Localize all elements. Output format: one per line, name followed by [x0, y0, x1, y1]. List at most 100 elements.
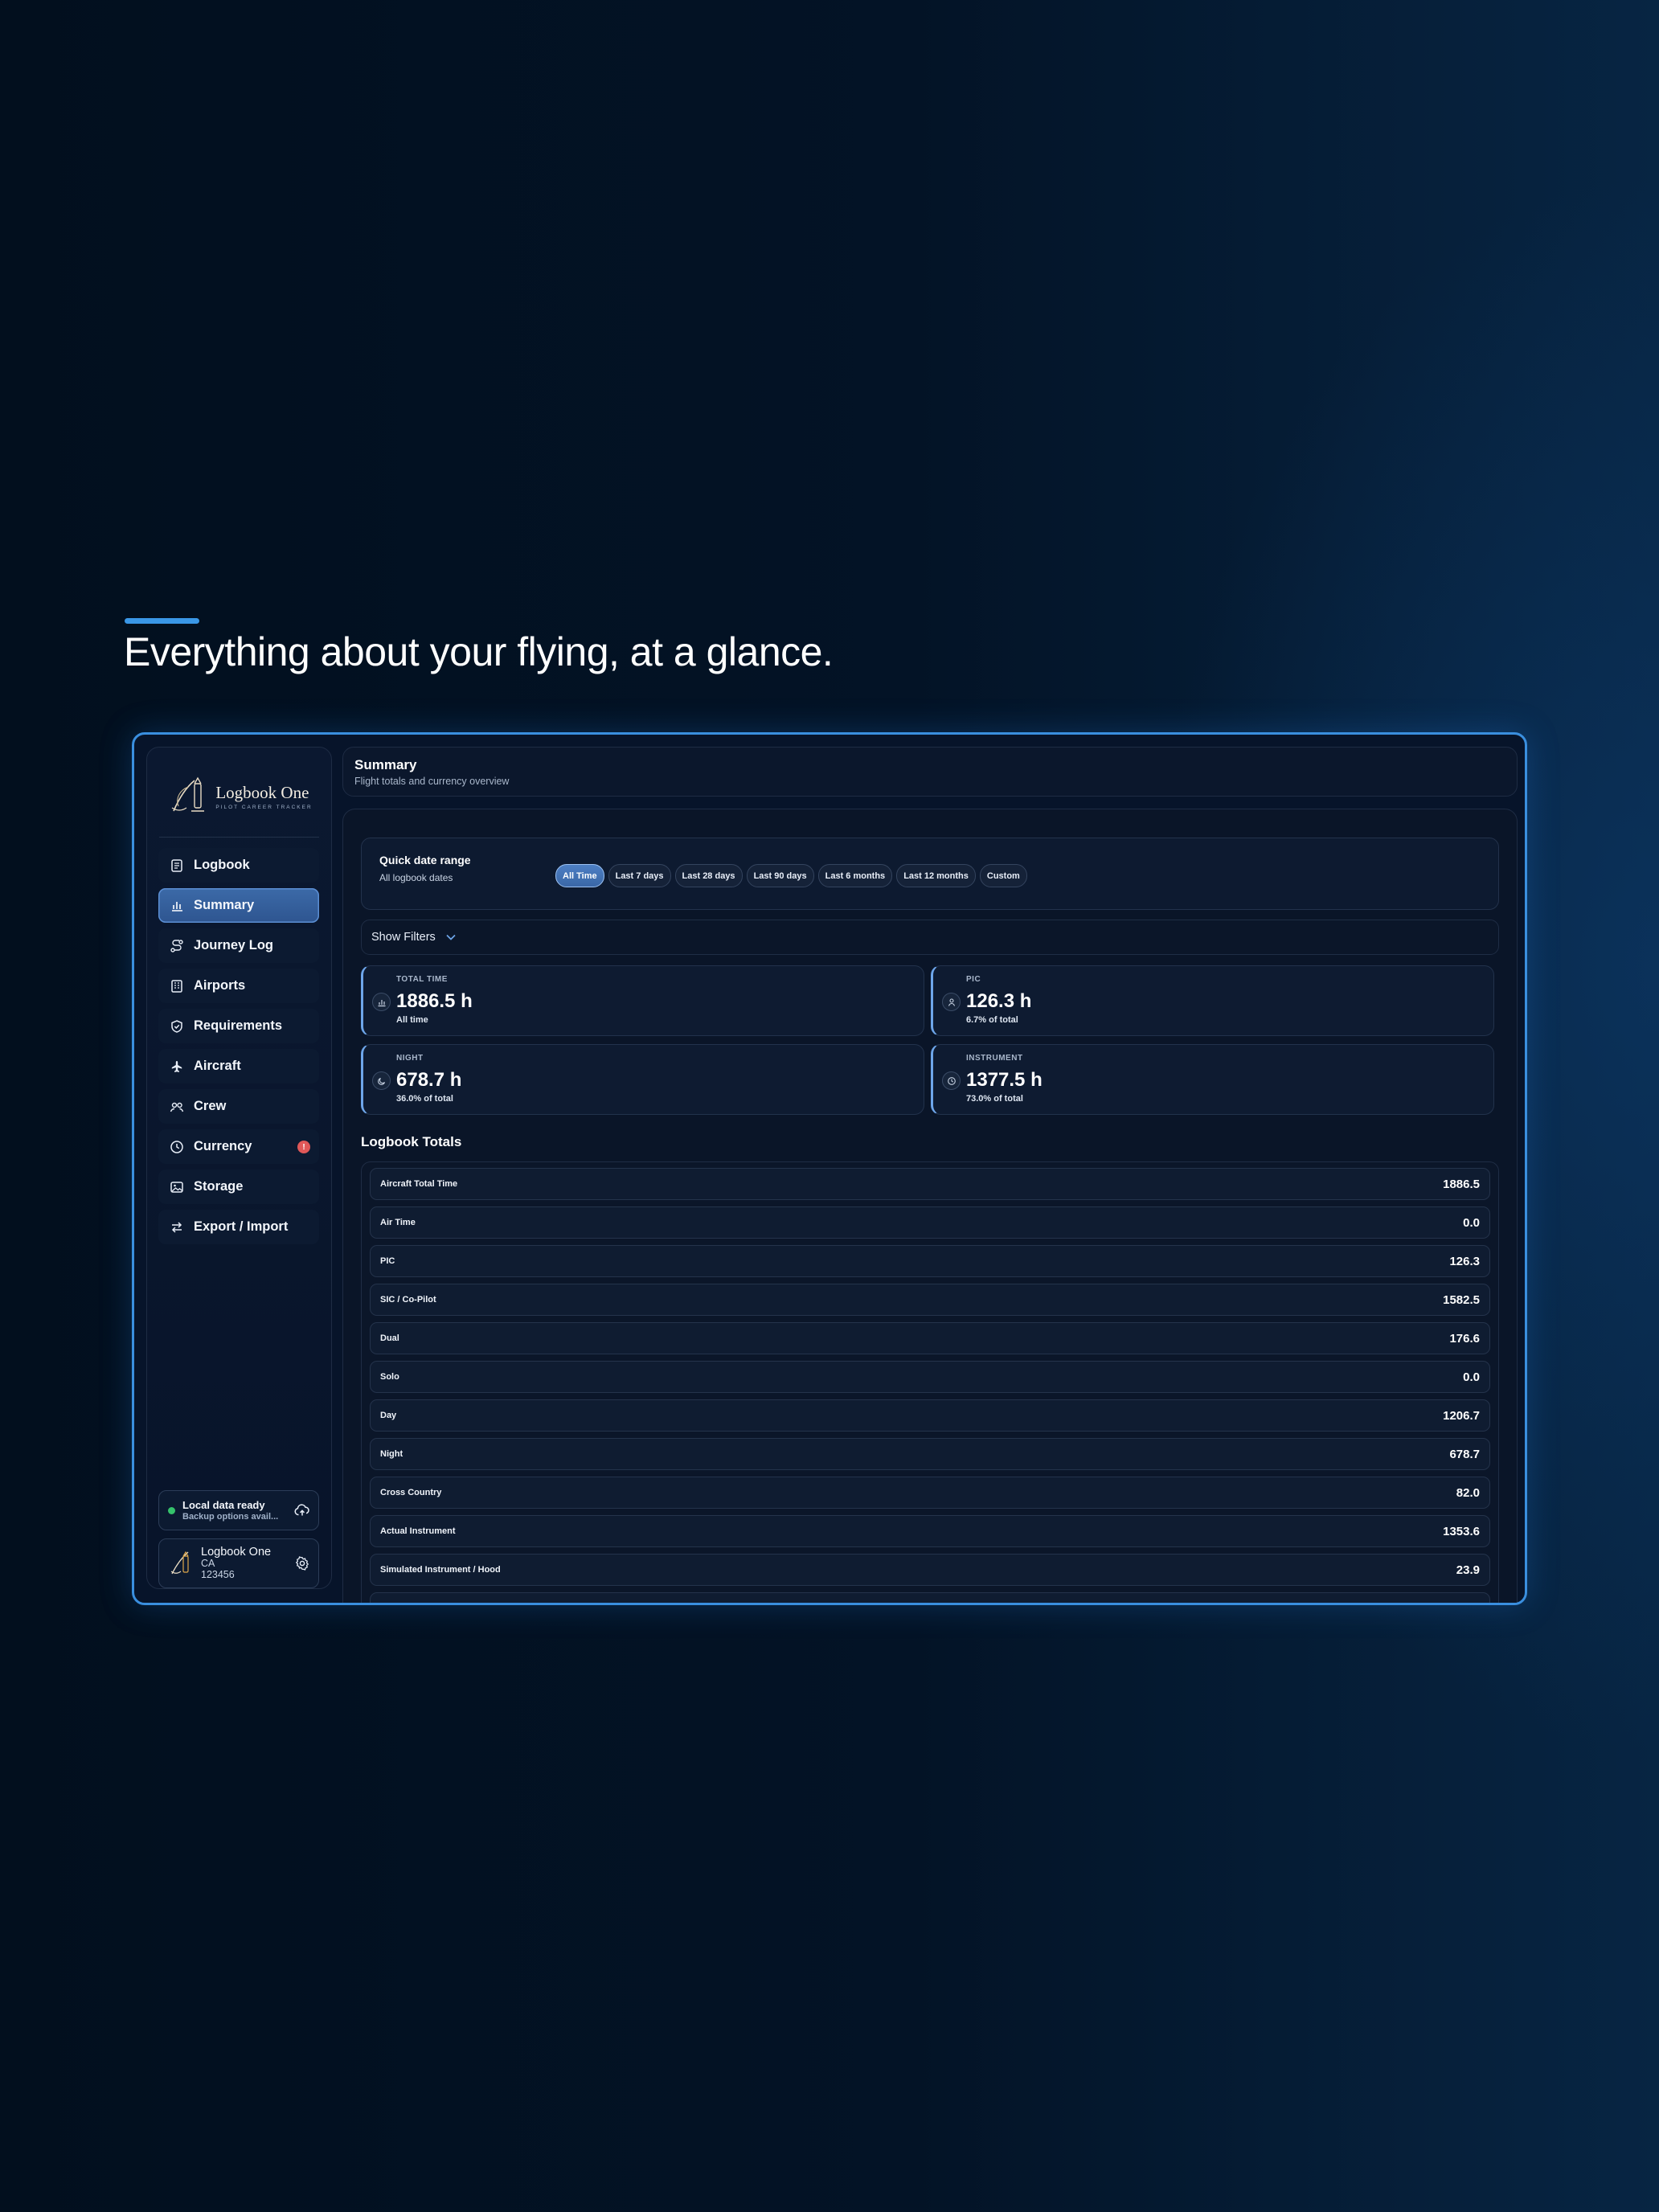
stat-card-night: NIGHT 678.7 h 36.0% of total [361, 1044, 924, 1115]
brand-tagline: PILOT CAREER TRACKER [215, 805, 313, 810]
users-icon [170, 1100, 184, 1114]
chip-last-90-days[interactable]: Last 90 days [746, 864, 814, 887]
date-range-title: Quick date range [379, 854, 471, 866]
chip-last-12-months[interactable]: Last 12 months [896, 864, 976, 887]
app-window: Logbook One PILOT CAREER TRACKER Logbook… [132, 732, 1527, 1605]
date-range-options: All Time Last 7 days Last 28 days Last 9… [555, 864, 1027, 887]
bar-chart-icon [170, 899, 184, 913]
table-row: Aircraft Total Time 1886.5 [370, 1168, 1490, 1200]
row-label: Day [380, 1411, 397, 1420]
sidebar-item-label: Export / Import [194, 1219, 289, 1234]
chip-last-7-days[interactable]: Last 7 days [608, 864, 671, 887]
sidebar-divider [159, 837, 319, 838]
stat-subtext: All time [396, 1015, 428, 1025]
table-row: PIC 126.3 [370, 1245, 1490, 1277]
sidebar-item-aircraft[interactable]: Aircraft [158, 1049, 319, 1083]
sidebar-item-summary[interactable]: Summary [158, 888, 319, 923]
profile-card[interactable]: Logbook One CA 123456 [158, 1538, 319, 1588]
stat-label: INSTRUMENT [966, 1054, 1023, 1063]
plane-icon [170, 1059, 184, 1074]
route-icon [170, 939, 184, 953]
cloud-upload-icon[interactable] [294, 1503, 310, 1518]
row-value: 0.0 [1463, 1215, 1480, 1230]
page-title: Summary [354, 757, 417, 772]
stat-subtext: 6.7% of total [966, 1015, 1018, 1025]
row-value: 82.0 [1456, 1485, 1480, 1500]
stat-subtext: 73.0% of total [966, 1094, 1023, 1104]
table-row: Actual Instrument 1353.6 [370, 1515, 1490, 1547]
profile-role: CA [201, 1558, 215, 1569]
sidebar-item-logbook[interactable]: Logbook [158, 848, 319, 883]
gear-icon[interactable] [295, 1556, 309, 1571]
profile-name: Logbook One [201, 1546, 272, 1559]
brand-name: Logbook One [215, 783, 309, 802]
table-row: Night 678.7 [370, 1438, 1490, 1470]
page-header: Summary Flight totals and currency overv… [342, 747, 1518, 797]
row-value: 23.9 [1456, 1563, 1480, 1577]
chip-all-time[interactable]: All Time [555, 864, 604, 887]
row-value: 678.7 [1449, 1447, 1480, 1461]
stat-value: 1377.5 h [966, 1069, 1043, 1091]
chip-last-28-days[interactable]: Last 28 days [674, 864, 743, 887]
logo-icon [171, 776, 205, 812]
person-icon [942, 993, 961, 1011]
table-row: Solo 0.0 [370, 1361, 1490, 1393]
row-label: SIC / Co-Pilot [380, 1295, 436, 1305]
show-filters-toggle[interactable]: Show Filters [361, 920, 1499, 955]
row-label: PIC [380, 1256, 395, 1266]
book-icon [170, 858, 184, 873]
stat-card-instrument: INSTRUMENT 1377.5 h 73.0% of total [931, 1044, 1494, 1115]
sidebar-nav: Logbook Summary Journey Log Airports Req… [158, 848, 319, 1250]
summary-content: Quick date range All logbook dates All T… [342, 809, 1518, 1603]
stat-label: NIGHT [396, 1054, 424, 1063]
page-subtitle: Flight totals and currency overview [354, 776, 510, 787]
row-label: Simulated Instrument / Hood [380, 1565, 501, 1575]
clock-icon [170, 1140, 184, 1154]
row-value: 1206.7 [1443, 1408, 1480, 1423]
sidebar-item-journey-log[interactable]: Journey Log [158, 928, 319, 963]
sidebar-item-label: Logbook [194, 858, 250, 872]
stat-value: 678.7 h [396, 1069, 462, 1091]
stat-label: PIC [966, 975, 981, 984]
sidebar: Logbook One PILOT CAREER TRACKER Logbook… [146, 747, 332, 1589]
sidebar-item-storage[interactable]: Storage [158, 1169, 319, 1204]
status-title: Local data ready [182, 1499, 265, 1511]
hero-accent-bar [125, 618, 199, 624]
stat-card-pic: PIC 126.3 h 6.7% of total [931, 965, 1494, 1036]
stat-card-total-time: TOTAL TIME 1886.5 h All time [361, 965, 924, 1036]
row-label: Night [380, 1449, 403, 1459]
logbook-totals-heading: Logbook Totals [361, 1134, 462, 1149]
alert-badge: ! [297, 1141, 310, 1153]
sidebar-item-airports[interactable]: Airports [158, 969, 319, 1003]
logbook-totals-table: Aircraft Total Time 1886.5 Air Time 0.0 … [361, 1161, 1499, 1603]
avatar [170, 1550, 189, 1575]
sidebar-item-label: Airports [194, 978, 246, 993]
sidebar-item-label: Currency [194, 1139, 252, 1153]
sidebar-item-currency[interactable]: Currency ! [158, 1129, 319, 1164]
sidebar-item-export-import[interactable]: Export / Import [158, 1210, 319, 1244]
clock-icon [942, 1071, 961, 1090]
sidebar-item-crew[interactable]: Crew [158, 1089, 319, 1124]
quick-date-range: Quick date range All logbook dates All T… [361, 838, 1499, 910]
chip-custom[interactable]: Custom [979, 864, 1027, 887]
profile-license: 123456 [201, 1569, 235, 1580]
status-dot [168, 1506, 175, 1514]
brand-logo: Logbook One PILOT CAREER TRACKER [147, 772, 333, 821]
sidebar-item-label: Summary [194, 898, 255, 912]
stat-value: 126.3 h [966, 990, 1032, 1012]
table-row [370, 1592, 1490, 1603]
row-label: Dual [380, 1333, 399, 1343]
table-row: Cross Country 82.0 [370, 1477, 1490, 1509]
swap-icon [170, 1220, 184, 1235]
table-row: Dual 176.6 [370, 1322, 1490, 1354]
building-icon [170, 979, 184, 993]
chip-last-6-months[interactable]: Last 6 months [817, 864, 893, 887]
sidebar-item-requirements[interactable]: Requirements [158, 1009, 319, 1043]
row-label: Aircraft Total Time [380, 1179, 458, 1189]
sidebar-item-label: Storage [194, 1179, 244, 1194]
table-row: Day 1206.7 [370, 1399, 1490, 1432]
row-label: Actual Instrument [380, 1526, 456, 1536]
row-value: 126.3 [1449, 1254, 1480, 1268]
chevron-down-icon [446, 934, 456, 940]
sidebar-item-label: Requirements [194, 1018, 283, 1033]
